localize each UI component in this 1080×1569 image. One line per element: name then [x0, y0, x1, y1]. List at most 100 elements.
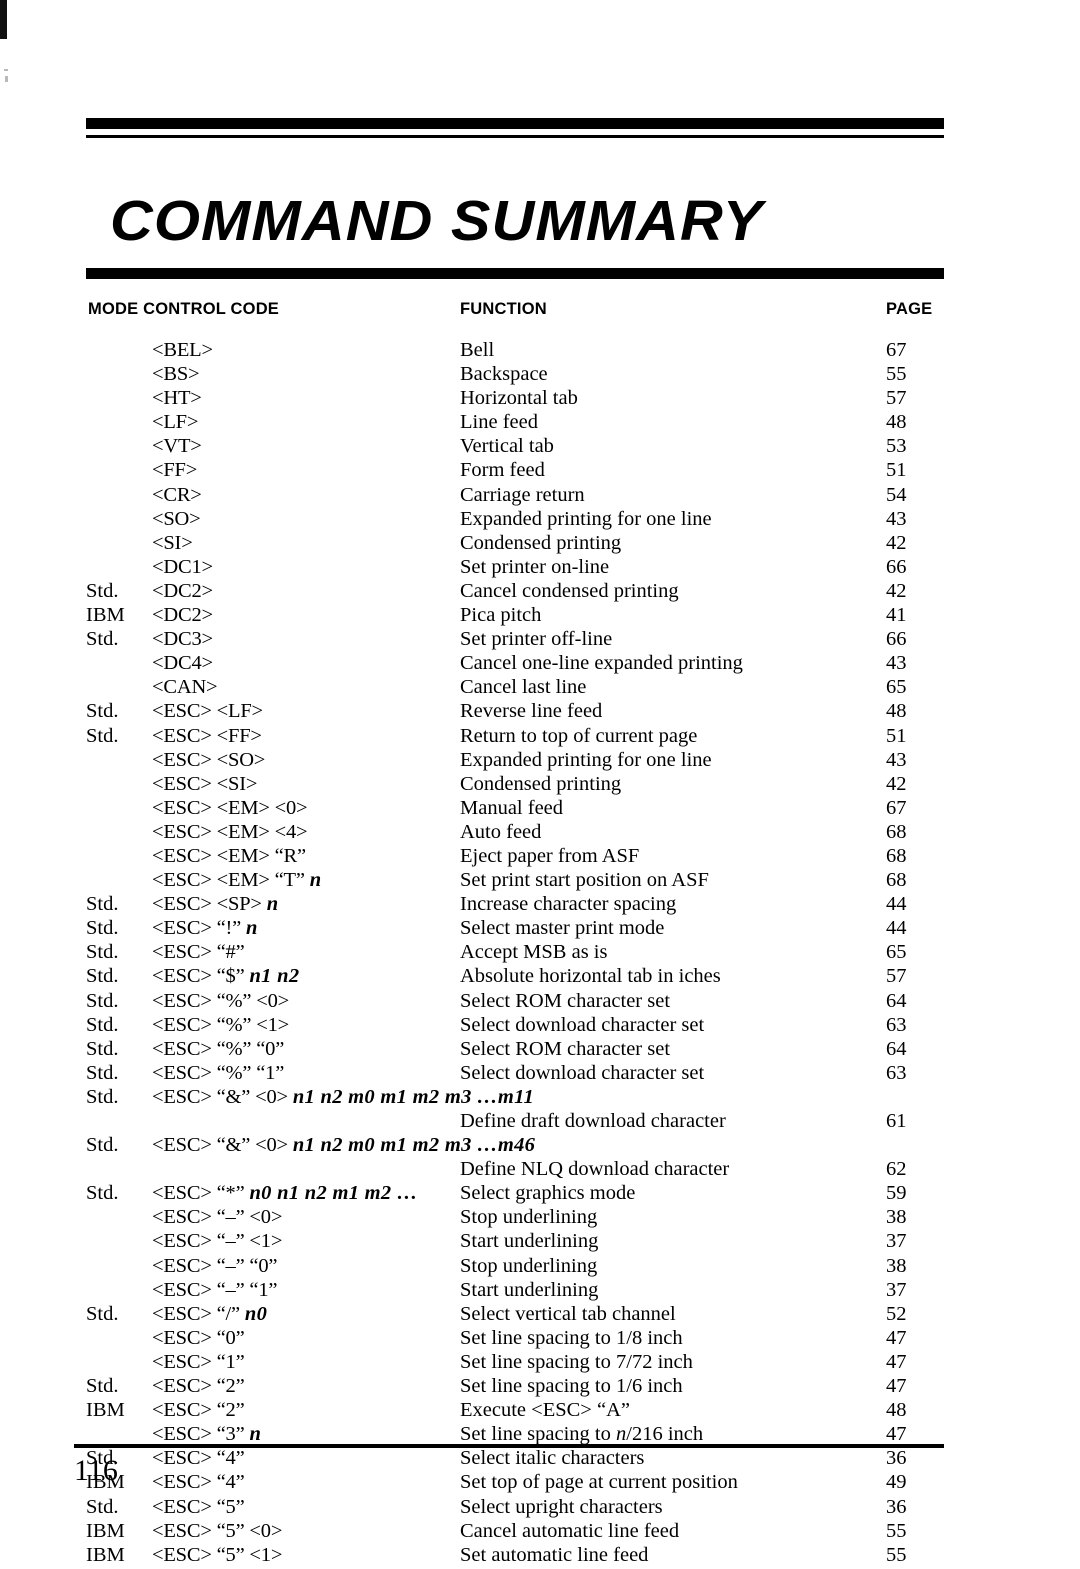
cell-page-number: 42	[886, 579, 907, 602]
scan-speck	[5, 76, 8, 82]
cell-page-number: 41	[886, 604, 907, 627]
cell-function: Backspace	[460, 363, 548, 386]
cell-control-code: <ESC> “4”	[152, 1471, 245, 1494]
cell-page-number: 43	[886, 507, 907, 530]
table-row: <ESC> <EM> <0> Manual feed 67	[86, 798, 944, 822]
cell-function: Condensed printing	[460, 531, 622, 554]
cell-page-number: 63	[886, 1013, 907, 1036]
table-row: <HT> Horizontal tab 57	[86, 388, 944, 412]
cell-page-number: 44	[886, 893, 907, 916]
cell-mode: IBM	[86, 604, 125, 627]
cell-function: Reverse line feed	[460, 700, 603, 723]
cell-page-number: 52	[886, 1302, 907, 1325]
cell-mode: Std.	[86, 1013, 119, 1036]
cell-function: Cancel automatic line feed	[460, 1519, 680, 1542]
table-row: <CAN> Cancel last line 65	[86, 677, 944, 701]
cell-function: Select italic characters	[460, 1447, 645, 1470]
table-row: <CR> Carriage return 54	[86, 485, 944, 509]
table-row: <BEL> Bell 67	[86, 340, 944, 364]
cell-mode: Std.	[86, 579, 119, 602]
cell-control-code: <ESC> “–” <0>	[152, 1206, 283, 1229]
table-row: <ESC> “–” <1> Start underlining 37	[86, 1231, 944, 1255]
cell-control-code: <ESC> “4”	[152, 1447, 245, 1470]
cell-page-number: 62	[886, 1158, 907, 1181]
cell-control-code: <ESC> “5”	[152, 1495, 245, 1518]
table-row: <ESC> “1” Set line spacing to 7/72 inch 47	[86, 1352, 944, 1376]
masthead-top-rule	[86, 118, 944, 129]
table-row: <ESC> “0” Set line spacing to 1/8 inch 47	[86, 1328, 944, 1352]
cell-mode: Std.	[86, 1037, 119, 1060]
cell-function: Define NLQ download character	[460, 1158, 730, 1181]
table-row: <FF> Form feed 51	[86, 460, 944, 484]
table-row: <ESC> <EM> <4> Auto feed 68	[86, 822, 944, 846]
cell-function: Cancel last line	[460, 676, 587, 699]
cell-mode: Std.	[86, 628, 119, 651]
cell-page-number: 59	[886, 1182, 907, 1205]
cell-control-code: <ESC> <EM> “T” n	[152, 869, 322, 892]
table-row: Std. <ESC> <SP> n Increase character spaci…	[86, 894, 944, 918]
cell-page-number: 42	[886, 531, 907, 554]
cell-mode: Std.	[86, 917, 119, 940]
cell-mode: IBM	[86, 1519, 125, 1542]
cell-function: Cancel one-line expanded printing	[460, 652, 743, 675]
cell-control-code: <ESC> “%” <0>	[152, 989, 290, 1012]
table-row: Std. <ESC> “%” “1” Select download charact…	[86, 1063, 944, 1087]
cell-control-code: <ESC> “%” “0”	[152, 1037, 285, 1060]
control-code-parameters: n1 n2 m0 m1 m2 m3 …m11	[292, 1085, 535, 1108]
cell-control-code: <DC2>	[152, 604, 213, 627]
cell-page-number: 43	[886, 748, 907, 771]
cell-control-code: <DC1>	[152, 555, 213, 578]
cell-function: Set line spacing to 1/8 inch	[460, 1326, 683, 1349]
scan-edge-artifact	[0, 0, 7, 39]
cell-function: Auto feed	[460, 820, 542, 843]
cell-page-number: 48	[886, 411, 907, 434]
cell-function: Pica pitch	[460, 604, 542, 627]
cell-function: Vertical tab	[460, 435, 554, 458]
cell-function: Select vertical tab channel	[460, 1302, 676, 1325]
cell-control-code: <ESC> <SI>	[152, 772, 258, 795]
table-row: Std. <ESC> “2” Set line spacing to 1/6 inc…	[86, 1376, 944, 1400]
control-code-parameters: n0 n1 n2 m1 m2 …	[249, 1182, 418, 1205]
table-row: IBM <ESC> “2” Execute <ESC> “A” 48	[86, 1400, 944, 1424]
function-parameter: n	[616, 1423, 627, 1446]
masthead-top-rule-secondary	[86, 135, 944, 138]
cell-control-code: <HT>	[152, 387, 202, 410]
cell-control-code: <FF>	[152, 459, 198, 482]
control-code-parameters: n0	[244, 1302, 268, 1325]
cell-function: Select ROM character set	[460, 989, 671, 1012]
cell-control-code: <ESC> <SO>	[152, 748, 266, 771]
cell-function: Set print start position on ASF	[460, 869, 709, 892]
cell-control-code: <ESC> “–” “0”	[152, 1254, 278, 1277]
cell-control-code: <ESC> “#”	[152, 941, 245, 964]
table-row: Std. <DC2> Cancel condensed printing 42	[86, 581, 944, 605]
control-code-parameters: n	[266, 893, 279, 916]
cell-control-code: <ESC> <FF>	[152, 724, 262, 747]
cell-control-code: <ESC> <LF>	[152, 700, 263, 723]
table-column-headers: MODE CONTROL CODE FUNCTION PAGE	[86, 300, 944, 322]
cell-function: Stop underlining	[460, 1206, 598, 1229]
cell-function: Bell	[460, 339, 495, 361]
column-header-function: FUNCTION	[460, 300, 547, 318]
cell-function: Eject paper from ASF	[460, 844, 640, 867]
table-row: IBM <ESC> “5” <1> Set automatic line feed 5…	[86, 1545, 944, 1569]
cell-control-code: <CR>	[152, 483, 202, 506]
cell-function: Select master print mode	[460, 917, 665, 940]
cell-page-number: 47	[886, 1326, 907, 1349]
cell-function: Select ROM character set	[460, 1037, 671, 1060]
table-row: <DC1> Set printer on-line 66	[86, 557, 944, 581]
cell-page-number: 61	[886, 1110, 907, 1132]
table-row: Std. <ESC> “&” <0> n1 n2 m0 m1 m2 m3 …m46	[86, 1135, 944, 1159]
cell-function: Increase character spacing	[460, 893, 677, 916]
cell-function: Start underlining	[460, 1230, 599, 1253]
cell-function: Carriage return	[460, 483, 585, 506]
cell-page-number: 68	[886, 844, 907, 867]
cell-control-code: <ESC> “&” <0> n1 n2 m0 m1 m2 m3 …m11	[152, 1085, 535, 1108]
cell-page-number: 38	[886, 1254, 907, 1277]
cell-control-code: <BEL>	[152, 339, 213, 361]
table-row: Std. <DC3> Set printer off-line 66	[86, 629, 944, 653]
cell-page-number: 51	[886, 724, 907, 747]
table-row: Std. <ESC> <LF> Reverse line feed 48	[86, 701, 944, 725]
page-number: 116	[74, 1454, 118, 1487]
cell-control-code: <BS>	[152, 363, 200, 386]
cell-page-number: 42	[886, 772, 907, 795]
